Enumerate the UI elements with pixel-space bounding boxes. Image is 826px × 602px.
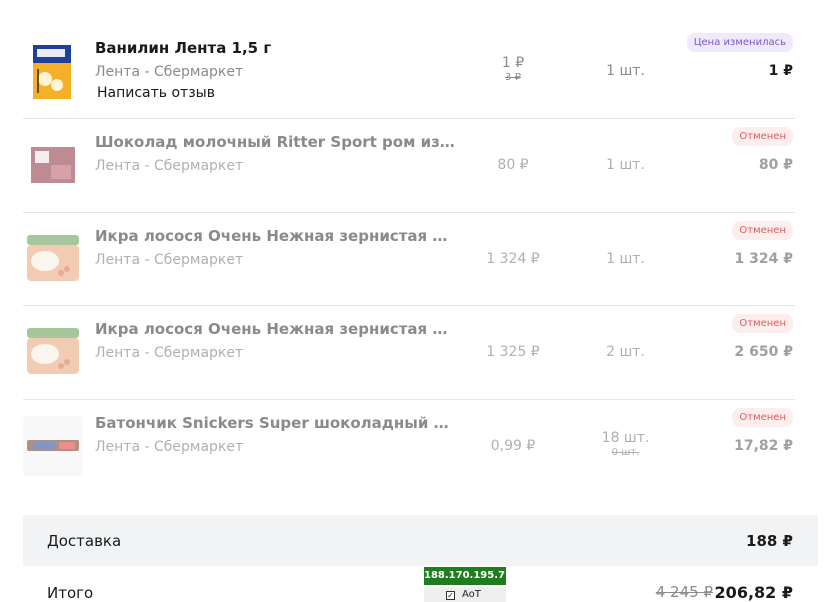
item-total: 17,82 ₽: [734, 437, 793, 454]
item-info: Шоколад молочный Ritter Sport ром изюм ……: [95, 132, 475, 175]
delivery-row: Доставка 188 ₽: [23, 515, 818, 566]
product-image-vanillin[interactable]: [23, 41, 83, 101]
product-name[interactable]: Икра лосося Очень Нежная зернистая 220 г: [95, 226, 455, 246]
order-item-row: Икра лосося Очень Нежная зернистая 220 г…: [23, 306, 795, 400]
delivery-label: Доставка: [47, 532, 122, 550]
delivery-value: 188 ₽: [746, 532, 793, 550]
product-image-snickers[interactable]: [23, 415, 83, 476]
item-info: Икра лосося Очень Нежная зернистая 220 г…: [95, 319, 475, 362]
product-name[interactable]: Батончик Snickers Super шоколадный с нуг…: [95, 413, 455, 433]
unit-price-old: 3 ₽: [505, 72, 521, 83]
item-info: Ванилин Лента 1,5 г Лента - Сбермаркет Н…: [95, 38, 475, 102]
shop-name: Лента - Сбермаркет: [95, 438, 244, 455]
unit-price: 1 ₽ 3 ₽: [463, 55, 563, 83]
cancelled-badge: Отменен: [732, 314, 793, 333]
shop-name: Лента - Сбермаркет: [95, 345, 244, 361]
item-total: 80 ₽: [758, 157, 793, 173]
price-changed-badge: Цена изменилась: [686, 33, 793, 52]
aot-label: AoT: [462, 589, 481, 600]
quantity-value: 18 шт.: [601, 429, 650, 446]
product-name[interactable]: Икра лосося Очень Нежная зернистая 220 г: [95, 319, 455, 339]
item-total: 1 ₽: [768, 63, 793, 79]
write-review-link[interactable]: Написать отзыв: [97, 84, 475, 102]
cancelled-badge: Отменен: [732, 220, 793, 240]
item-info: Икра лосося Очень Нежная зернистая 220 г…: [95, 226, 475, 269]
unit-price: 1 325 ₽: [486, 344, 540, 360]
ip-address-overlay: 188.170.195.71: [424, 567, 512, 585]
shop-name: Лента - Сбермаркет: [95, 64, 244, 80]
total-label: Итого: [47, 584, 94, 602]
order-item-row: Икра лосося Очень Нежная зернистая 220 г…: [23, 213, 795, 306]
always-on-top-toggle[interactable]: ✓ AoT: [424, 587, 506, 602]
unit-price: 1 324 ₽: [486, 250, 540, 267]
item-info: Батончик Snickers Super шоколадный с нуг…: [95, 413, 475, 456]
quantity-old: 0 шт.: [611, 446, 640, 458]
quantity: 1 шт.: [606, 250, 645, 267]
order-item-row: Батончик Snickers Super шоколадный с нуг…: [23, 400, 795, 494]
product-image-salmon-caviar[interactable]: [23, 322, 83, 382]
item-total: 2 650 ₽: [734, 344, 793, 360]
cancelled-badge: Отменен: [732, 407, 793, 427]
unit-price: 80 ₽: [497, 157, 529, 173]
unit-price: 0,99 ₽: [490, 437, 536, 454]
cancelled-badge: Отменен: [732, 127, 793, 146]
quantity: 18 шт. 0 шт.: [578, 430, 673, 458]
total-row: Итого 4 245 ₽ 206,82 ₽: [23, 566, 818, 602]
quantity: 1 шт.: [606, 157, 645, 173]
total-value: 206,82 ₽: [714, 583, 793, 602]
order-items-list: Ванилин Лента 1,5 г Лента - Сбермаркет Н…: [23, 25, 795, 493]
shop-name: Лента - Сбермаркет: [95, 158, 244, 174]
product-image-salmon-caviar[interactable]: [23, 228, 83, 289]
unit-price-value: 1 ₽: [501, 55, 525, 71]
aot-checkbox-icon[interactable]: ✓: [446, 591, 455, 600]
item-total: 1 324 ₽: [734, 250, 793, 267]
total-old: 4 245 ₽: [655, 583, 713, 601]
product-name[interactable]: Ванилин Лента 1,5 г: [95, 38, 455, 58]
product-image-ritter-sport[interactable]: [23, 135, 83, 195]
shop-name: Лента - Сбермаркет: [95, 251, 244, 268]
quantity: 1 шт.: [606, 63, 645, 79]
order-item-row: Ванилин Лента 1,5 г Лента - Сбермаркет Н…: [23, 25, 795, 119]
quantity: 2 шт.: [606, 344, 645, 360]
order-item-row: Шоколад молочный Ritter Sport ром изюм ……: [23, 119, 795, 213]
product-name[interactable]: Шоколад молочный Ritter Sport ром изюм …: [95, 132, 455, 152]
